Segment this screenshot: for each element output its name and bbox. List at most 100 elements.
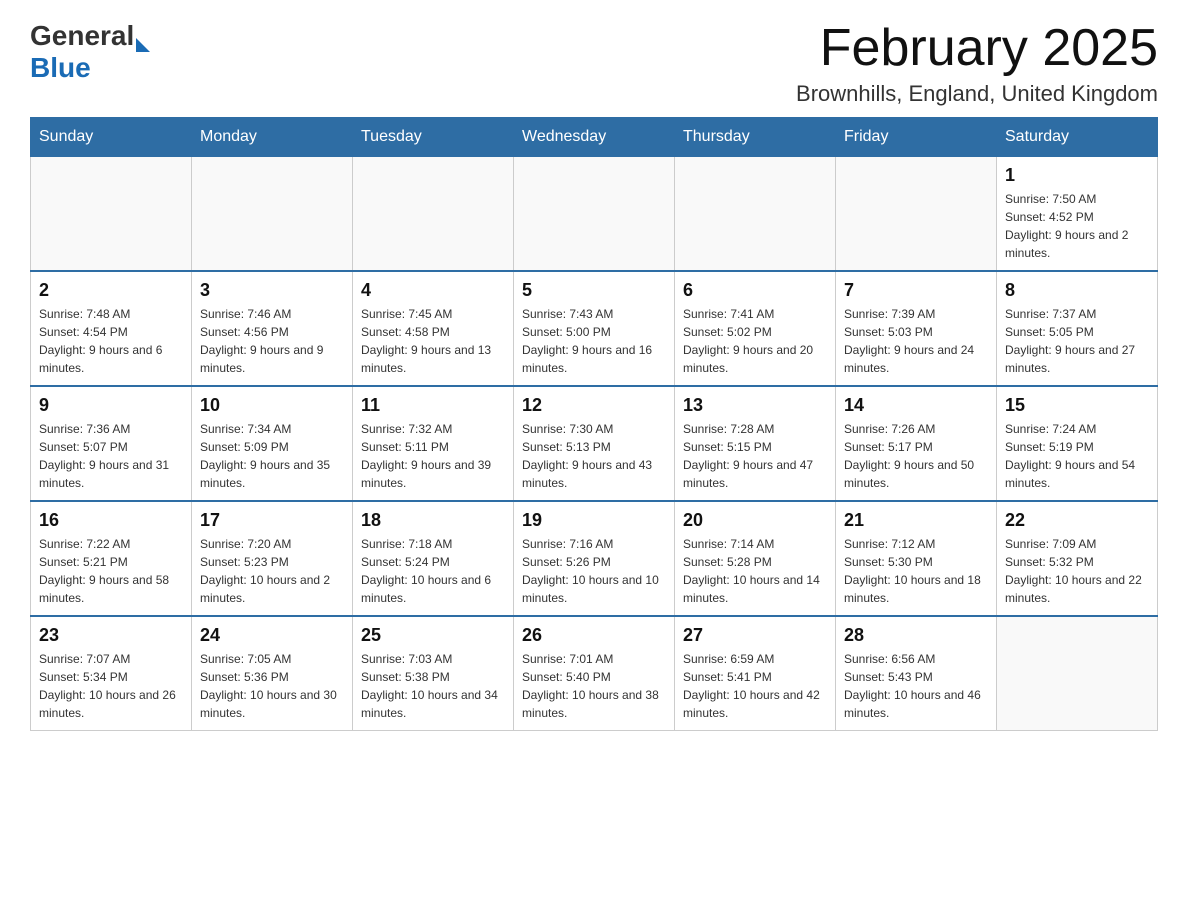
- day-info: Sunrise: 7:43 AMSunset: 5:00 PMDaylight:…: [522, 305, 666, 377]
- day-info: Sunrise: 7:30 AMSunset: 5:13 PMDaylight:…: [522, 420, 666, 492]
- day-info: Sunrise: 7:45 AMSunset: 4:58 PMDaylight:…: [361, 305, 505, 377]
- calendar-header-row: SundayMondayTuesdayWednesdayThursdayFrid…: [31, 118, 1158, 157]
- day-number: 10: [200, 395, 344, 416]
- day-number: 2: [39, 280, 183, 301]
- calendar-cell: 15 Sunrise: 7:24 AMSunset: 5:19 PMDayligh…: [997, 386, 1158, 501]
- title-block: February 2025 Brownhills, England, Unite…: [796, 20, 1158, 107]
- day-info: Sunrise: 7:37 AMSunset: 5:05 PMDaylight:…: [1005, 305, 1149, 377]
- calendar-cell: 20 Sunrise: 7:14 AMSunset: 5:28 PMDayligh…: [675, 501, 836, 616]
- day-number: 3: [200, 280, 344, 301]
- calendar-cell: [675, 157, 836, 272]
- day-header-saturday: Saturday: [997, 118, 1158, 157]
- calendar-cell: 12 Sunrise: 7:30 AMSunset: 5:13 PMDayligh…: [514, 386, 675, 501]
- day-header-thursday: Thursday: [675, 118, 836, 157]
- calendar-table: SundayMondayTuesdayWednesdayThursdayFrid…: [30, 117, 1158, 731]
- day-number: 21: [844, 510, 988, 531]
- calendar-cell: 4Sunrise: 7:45 AMSunset: 4:58 PMDaylight…: [353, 271, 514, 386]
- calendar-cell: 23Sunrise: 7:07 AMSunset: 5:34 PMDayligh…: [31, 616, 192, 731]
- calendar-cell: [192, 157, 353, 272]
- day-info: Sunrise: 7:12 AMSunset: 5:30 PMDaylight:…: [844, 535, 988, 607]
- calendar-cell: 26Sunrise: 7:01 AMSunset: 5:40 PMDayligh…: [514, 616, 675, 731]
- logo-blue-text: Blue: [30, 52, 91, 84]
- day-info: Sunrise: 6:59 AMSunset: 5:41 PMDaylight:…: [683, 650, 827, 722]
- calendar-cell: 10 Sunrise: 7:34 AMSunset: 5:09 PMDayligh…: [192, 386, 353, 501]
- calendar-cell: 18 Sunrise: 7:18 AMSunset: 5:24 PMDayligh…: [353, 501, 514, 616]
- day-info: Sunrise: 7:09 AMSunset: 5:32 PMDaylight:…: [1005, 535, 1149, 607]
- logo: General Blue: [30, 20, 150, 84]
- calendar-cell: 2 Sunrise: 7:48 AMSunset: 4:54 PMDaylight…: [31, 271, 192, 386]
- day-number: 11: [361, 395, 505, 416]
- day-number: 20: [683, 510, 827, 531]
- day-number: 25: [361, 625, 505, 646]
- day-number: 15: [1005, 395, 1149, 416]
- page-header: General Blue February 2025 Brownhills, E…: [30, 20, 1158, 107]
- day-info: Sunrise: 7:48 AMSunset: 4:54 PMDaylight:…: [39, 305, 183, 377]
- day-number: 27: [683, 625, 827, 646]
- calendar-cell: 14Sunrise: 7:26 AMSunset: 5:17 PMDayligh…: [836, 386, 997, 501]
- day-number: 18: [361, 510, 505, 531]
- calendar-cell: 16Sunrise: 7:22 AMSunset: 5:21 PMDayligh…: [31, 501, 192, 616]
- calendar-cell: 5 Sunrise: 7:43 AMSunset: 5:00 PMDaylight…: [514, 271, 675, 386]
- day-number: 28: [844, 625, 988, 646]
- day-info: Sunrise: 7:20 AMSunset: 5:23 PMDaylight:…: [200, 535, 344, 607]
- day-header-wednesday: Wednesday: [514, 118, 675, 157]
- calendar-cell: 21 Sunrise: 7:12 AMSunset: 5:30 PMDayligh…: [836, 501, 997, 616]
- calendar-cell: 28 Sunrise: 6:56 AMSunset: 5:43 PMDayligh…: [836, 616, 997, 731]
- day-info: Sunrise: 6:56 AMSunset: 5:43 PMDaylight:…: [844, 650, 988, 722]
- calendar-cell: 1 Sunrise: 7:50 AMSunset: 4:52 PMDaylight…: [997, 157, 1158, 272]
- logo-arrow-icon: [136, 38, 150, 52]
- calendar-week-row: 2 Sunrise: 7:48 AMSunset: 4:54 PMDaylight…: [31, 271, 1158, 386]
- day-number: 22: [1005, 510, 1149, 531]
- calendar-week-row: 1 Sunrise: 7:50 AMSunset: 4:52 PMDaylight…: [31, 157, 1158, 272]
- calendar-cell: 9 Sunrise: 7:36 AMSunset: 5:07 PMDaylight…: [31, 386, 192, 501]
- day-info: Sunrise: 7:18 AMSunset: 5:24 PMDaylight:…: [361, 535, 505, 607]
- day-number: 6: [683, 280, 827, 301]
- calendar-cell: 6Sunrise: 7:41 AMSunset: 5:02 PMDaylight…: [675, 271, 836, 386]
- day-number: 12: [522, 395, 666, 416]
- day-header-monday: Monday: [192, 118, 353, 157]
- calendar-cell: 17 Sunrise: 7:20 AMSunset: 5:23 PMDayligh…: [192, 501, 353, 616]
- day-number: 17: [200, 510, 344, 531]
- calendar-cell: [31, 157, 192, 272]
- calendar-cell: [353, 157, 514, 272]
- calendar-cell: 25Sunrise: 7:03 AMSunset: 5:38 PMDayligh…: [353, 616, 514, 731]
- day-number: 1: [1005, 165, 1149, 186]
- day-info: Sunrise: 7:28 AMSunset: 5:15 PMDaylight:…: [683, 420, 827, 492]
- calendar-week-row: 9 Sunrise: 7:36 AMSunset: 5:07 PMDaylight…: [31, 386, 1158, 501]
- calendar-week-row: 23Sunrise: 7:07 AMSunset: 5:34 PMDayligh…: [31, 616, 1158, 731]
- day-number: 7: [844, 280, 988, 301]
- calendar-cell: 19 Sunrise: 7:16 AMSunset: 5:26 PMDayligh…: [514, 501, 675, 616]
- day-number: 23: [39, 625, 183, 646]
- day-info: Sunrise: 7:46 AMSunset: 4:56 PMDaylight:…: [200, 305, 344, 377]
- day-info: Sunrise: 7:36 AMSunset: 5:07 PMDaylight:…: [39, 420, 183, 492]
- calendar-cell: 8 Sunrise: 7:37 AMSunset: 5:05 PMDaylight…: [997, 271, 1158, 386]
- calendar-cell: 3 Sunrise: 7:46 AMSunset: 4:56 PMDaylight…: [192, 271, 353, 386]
- calendar-week-row: 16Sunrise: 7:22 AMSunset: 5:21 PMDayligh…: [31, 501, 1158, 616]
- day-info: Sunrise: 7:24 AMSunset: 5:19 PMDaylight:…: [1005, 420, 1149, 492]
- day-info: Sunrise: 7:50 AMSunset: 4:52 PMDaylight:…: [1005, 190, 1149, 262]
- calendar-cell: 13 Sunrise: 7:28 AMSunset: 5:15 PMDayligh…: [675, 386, 836, 501]
- day-info: Sunrise: 7:05 AMSunset: 5:36 PMDaylight:…: [200, 650, 344, 722]
- day-info: Sunrise: 7:14 AMSunset: 5:28 PMDaylight:…: [683, 535, 827, 607]
- day-number: 16: [39, 510, 183, 531]
- calendar-cell: 7 Sunrise: 7:39 AMSunset: 5:03 PMDaylight…: [836, 271, 997, 386]
- day-info: Sunrise: 7:16 AMSunset: 5:26 PMDaylight:…: [522, 535, 666, 607]
- day-info: Sunrise: 7:39 AMSunset: 5:03 PMDaylight:…: [844, 305, 988, 377]
- calendar-cell: 27 Sunrise: 6:59 AMSunset: 5:41 PMDayligh…: [675, 616, 836, 731]
- day-number: 26: [522, 625, 666, 646]
- calendar-cell: 22 Sunrise: 7:09 AMSunset: 5:32 PMDayligh…: [997, 501, 1158, 616]
- day-number: 13: [683, 395, 827, 416]
- day-info: Sunrise: 7:32 AMSunset: 5:11 PMDaylight:…: [361, 420, 505, 492]
- calendar-subtitle: Brownhills, England, United Kingdom: [796, 81, 1158, 107]
- day-header-sunday: Sunday: [31, 118, 192, 157]
- day-info: Sunrise: 7:34 AMSunset: 5:09 PMDaylight:…: [200, 420, 344, 492]
- calendar-cell: 11 Sunrise: 7:32 AMSunset: 5:11 PMDayligh…: [353, 386, 514, 501]
- calendar-cell: [514, 157, 675, 272]
- day-number: 5: [522, 280, 666, 301]
- day-number: 19: [522, 510, 666, 531]
- day-number: 8: [1005, 280, 1149, 301]
- calendar-cell: 24Sunrise: 7:05 AMSunset: 5:36 PMDayligh…: [192, 616, 353, 731]
- day-number: 14: [844, 395, 988, 416]
- day-number: 9: [39, 395, 183, 416]
- calendar-cell: [997, 616, 1158, 731]
